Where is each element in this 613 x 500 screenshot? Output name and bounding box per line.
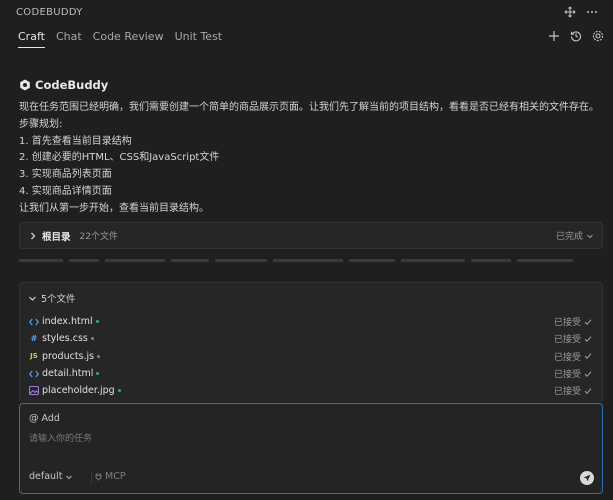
file-name: products.js bbox=[42, 350, 95, 362]
message-line: 让我们从第一步开始，查看当前目录结构。 bbox=[19, 202, 209, 214]
added-dot bbox=[97, 354, 101, 358]
message-line: 1. 首先查看当前目录结构 bbox=[19, 135, 132, 147]
image-icon bbox=[29, 386, 39, 396]
files-card-header[interactable]: 5个文件 bbox=[20, 283, 602, 313]
tab-bar: Craft Chat Code Review Unit Test bbox=[0, 24, 613, 48]
status-text: 已接受 bbox=[553, 335, 581, 346]
files-count-label: 5个文件 bbox=[41, 294, 76, 305]
file-row[interactable]: detail.html 已接受 bbox=[20, 365, 602, 382]
plus-icon bbox=[549, 31, 559, 41]
mcp-button[interactable]: MCP bbox=[94, 471, 126, 482]
file-row[interactable]: # styles.css 已接受 bbox=[20, 330, 602, 347]
status-text: 已接受 bbox=[553, 318, 581, 329]
file-status: 已接受 bbox=[554, 315, 592, 328]
gear-icon bbox=[592, 30, 604, 42]
window-title: CODEBUDDY bbox=[16, 6, 83, 18]
directory-card[interactable]: 根目录 22个文件 已完成 bbox=[19, 222, 603, 249]
file-name: detail.html bbox=[42, 368, 94, 380]
assistant-header: CodeBuddy bbox=[19, 78, 108, 92]
check-icon bbox=[584, 336, 592, 342]
check-icon bbox=[584, 388, 592, 394]
file-status: 已接受 bbox=[554, 332, 592, 345]
tab-craft[interactable]: Craft bbox=[18, 24, 45, 48]
file-status: 已接受 bbox=[554, 367, 592, 380]
chevron-down-icon bbox=[66, 475, 73, 479]
file-row[interactable]: JS products.js 已接受 bbox=[20, 348, 602, 365]
files-card: 5个文件 index.html 已接受 # styles.css 已接受 JS … bbox=[19, 282, 603, 402]
assistant-message: 现在任务范围已经明确，我们需要创建一个简单的商品展示页面。让我们先了解当前的项目… bbox=[19, 100, 599, 218]
added-dot bbox=[95, 320, 99, 324]
code-icon bbox=[29, 317, 39, 327]
more-icon[interactable] bbox=[583, 3, 601, 21]
faded-text-line bbox=[19, 256, 603, 264]
file-name: placeholder.jpg bbox=[42, 385, 115, 397]
history-icon bbox=[570, 31, 582, 42]
file-row[interactable]: placeholder.jpg 已接受 bbox=[20, 382, 602, 399]
model-selector[interactable]: default bbox=[29, 471, 73, 482]
assistant-name: CodeBuddy bbox=[35, 78, 109, 92]
check-icon bbox=[584, 353, 592, 360]
status-text: 已接受 bbox=[553, 370, 581, 381]
file-name: styles.css bbox=[42, 333, 88, 345]
mcp-label: MCP bbox=[105, 471, 126, 482]
send-button[interactable] bbox=[580, 471, 594, 485]
divider bbox=[91, 472, 92, 484]
message-line: 现在任务范围已经明确，我们需要创建一个简单的商品展示页面。让我们先了解当前的项目… bbox=[19, 102, 599, 113]
message-line: 3. 实现商品列表页面 bbox=[19, 169, 112, 181]
plug-icon bbox=[95, 473, 102, 481]
file-status: 已接受 bbox=[554, 350, 592, 363]
added-dot bbox=[117, 389, 121, 393]
chevron-down-icon bbox=[587, 234, 593, 238]
move-icon[interactable] bbox=[561, 3, 579, 21]
tab-chat[interactable]: Chat bbox=[56, 24, 82, 48]
directory-status: 已完成 bbox=[556, 229, 594, 242]
codebuddy-logo-icon bbox=[20, 79, 30, 91]
message-line: 2. 创建必要的HTML、CSS和JavaScript文件 bbox=[19, 152, 220, 164]
status-text: 已接受 bbox=[553, 352, 581, 363]
directory-label: 根目录 bbox=[42, 231, 71, 243]
settings-button[interactable] bbox=[589, 27, 607, 45]
code-icon bbox=[29, 369, 39, 379]
history-button[interactable] bbox=[567, 27, 585, 45]
message-line: 4. 实现商品详情页面 bbox=[19, 185, 112, 197]
added-dot bbox=[96, 372, 100, 376]
check-icon bbox=[584, 370, 592, 377]
js-icon: JS bbox=[30, 352, 38, 361]
send-icon bbox=[583, 474, 591, 482]
file-row[interactable]: index.html 已接受 bbox=[20, 313, 602, 330]
added-dot bbox=[90, 337, 94, 341]
check-icon bbox=[584, 319, 592, 325]
tab-code-review[interactable]: Code Review bbox=[93, 24, 164, 48]
file-name: index.html bbox=[42, 316, 93, 328]
hash-icon: # bbox=[30, 334, 38, 344]
model-name: default bbox=[29, 471, 63, 482]
message-line: 步骤规划: bbox=[19, 118, 63, 130]
title-bar: CODEBUDDY bbox=[0, 0, 613, 24]
task-input[interactable] bbox=[29, 431, 589, 461]
chevron-right-icon bbox=[31, 232, 36, 239]
status-text: 已接受 bbox=[553, 387, 581, 398]
directory-file-count: 22个文件 bbox=[79, 232, 118, 242]
new-chat-button[interactable] bbox=[545, 27, 563, 45]
status-text: 已完成 bbox=[555, 232, 583, 242]
tab-unit-test[interactable]: Unit Test bbox=[175, 24, 223, 48]
file-status: 已接受 bbox=[554, 384, 592, 397]
add-context-button[interactable]: @ Add bbox=[29, 413, 60, 424]
tab-actions bbox=[541, 24, 607, 48]
task-input-box: @ Add default MCP bbox=[19, 403, 603, 494]
chevron-down-icon bbox=[29, 296, 36, 301]
